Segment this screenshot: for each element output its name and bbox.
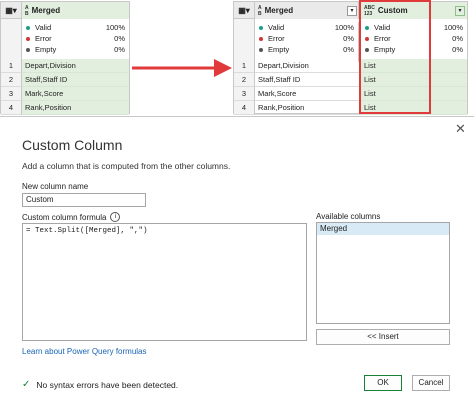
error-dot-icon	[26, 36, 30, 41]
quality-label: Error	[35, 34, 52, 43]
row-number: 3	[234, 87, 255, 101]
table-cell[interactable]: Depart,Division	[22, 59, 129, 73]
table-cell[interactable]: Staff,Staff ID	[22, 73, 129, 87]
quality-label: Valid	[268, 23, 285, 32]
quality-value: 100%	[334, 23, 354, 32]
quality-value: 0%	[114, 45, 125, 54]
available-column-item[interactable]: Merged	[317, 223, 449, 235]
formula-label: Custom column formula i	[22, 212, 121, 222]
left-quality-gutter	[1, 19, 22, 59]
quality-value: 100%	[443, 23, 463, 32]
quality-value: 0%	[452, 45, 463, 54]
new-column-name-value: Custom	[26, 195, 54, 204]
right-table: ▦▾ AB Merged ▾ ABC 123 Custom ▾ Valid 100…	[233, 1, 468, 115]
quality-label: Error	[268, 34, 285, 43]
empty-dot-icon	[26, 47, 30, 52]
cancel-button[interactable]: Cancel	[412, 375, 450, 391]
row-number: 3	[1, 87, 22, 101]
formula-text: Text.Split([Merged], ",")	[35, 227, 148, 235]
close-icon[interactable]: ✕	[455, 121, 466, 137]
quality-valid-row: Valid 100%	[22, 22, 129, 33]
quality-value: 0%	[452, 34, 463, 43]
quality-empty-row: Empty 0%	[255, 44, 358, 55]
row-number: 4	[1, 101, 22, 115]
right-quality-gutter	[234, 19, 255, 59]
right-table-corner[interactable]: ▦▾	[234, 2, 255, 19]
formula-label-text: Custom column formula	[22, 212, 107, 222]
equals-sign: =	[26, 227, 31, 235]
custom-dropdown-button[interactable]: ▾	[455, 6, 465, 16]
left-table: ▦▾ AB Merged Valid 100% Error 0% Empty 0…	[0, 1, 130, 115]
dialog-title: Custom Column	[22, 137, 123, 153]
error-dot-icon	[259, 36, 263, 41]
formula-editor[interactable]: = Text.Split([Merged], ",")	[22, 223, 307, 341]
quality-label: Empty	[35, 45, 57, 54]
custom-column-dialog: ✕ Custom Column Add a column that is com…	[0, 116, 474, 411]
table-menu-icon[interactable]: ▦▾	[238, 6, 250, 15]
text-type-icon[interactable]: AB	[25, 5, 29, 17]
left-merged-column-header[interactable]: AB Merged	[22, 2, 129, 19]
learn-formulas-link[interactable]: Learn about Power Query formulas	[22, 347, 147, 356]
quality-valid-row: Valid 100%	[255, 22, 358, 33]
checkmark-icon: ✓	[22, 379, 31, 390]
column-header-label: Merged	[31, 6, 61, 15]
merged-quality-panel: Valid 100% Error 0% Empty 0%	[255, 22, 359, 62]
row-number: 4	[234, 101, 255, 115]
row-number: 2	[1, 73, 22, 87]
custom-column-highlight	[359, 0, 431, 114]
ok-button[interactable]: OK	[364, 375, 402, 391]
info-icon[interactable]: i	[110, 212, 121, 222]
quality-label: Valid	[35, 23, 52, 32]
merged-dropdown-button[interactable]: ▾	[347, 6, 357, 16]
quality-label: Empty	[268, 45, 290, 54]
red-arrow-icon	[132, 59, 232, 77]
available-columns-label: Available columns	[316, 212, 381, 221]
left-quality-panel: Valid 100% Error 0% Empty 0%	[22, 22, 129, 62]
new-column-label: New column name	[22, 182, 89, 191]
available-columns-list[interactable]: Merged	[316, 222, 450, 324]
right-merged-column-header[interactable]: AB Merged	[255, 2, 359, 19]
quality-value: 100%	[105, 23, 125, 32]
table-cell[interactable]: Mark,Score	[255, 87, 361, 101]
table-cell[interactable]: Rank,Position	[22, 101, 129, 115]
quality-empty-row: Empty 0%	[22, 44, 129, 55]
table-cell[interactable]: Rank,Position	[255, 101, 361, 115]
quality-error-row: Error 0%	[22, 33, 129, 44]
valid-dot-icon	[259, 25, 263, 30]
table-menu-icon[interactable]: ▦▾	[5, 6, 17, 15]
insert-button[interactable]: << Insert	[316, 329, 450, 345]
column-header-label: Merged	[264, 6, 294, 15]
status-bar: ✓ No syntax errors have been detected.	[22, 379, 178, 390]
row-number: 1	[1, 59, 22, 73]
left-table-corner[interactable]: ▦▾	[1, 2, 22, 19]
text-type-icon[interactable]: AB	[258, 5, 262, 17]
row-number: 2	[234, 73, 255, 87]
quality-error-row: Error 0%	[255, 33, 358, 44]
quality-value: 0%	[343, 45, 354, 54]
status-text: No syntax errors have been detected.	[36, 379, 179, 390]
row-number: 1	[234, 59, 255, 73]
table-cell[interactable]: Mark,Score	[22, 87, 129, 101]
table-cell[interactable]: Depart,Division	[255, 59, 361, 73]
new-column-name-input[interactable]: Custom	[22, 193, 146, 207]
table-cell[interactable]: Staff,Staff ID	[255, 73, 361, 87]
quality-value: 0%	[114, 34, 125, 43]
quality-value: 0%	[343, 34, 354, 43]
empty-dot-icon	[259, 47, 263, 52]
valid-dot-icon	[26, 25, 30, 30]
dialog-subtitle: Add a column that is computed from the o…	[22, 161, 231, 171]
